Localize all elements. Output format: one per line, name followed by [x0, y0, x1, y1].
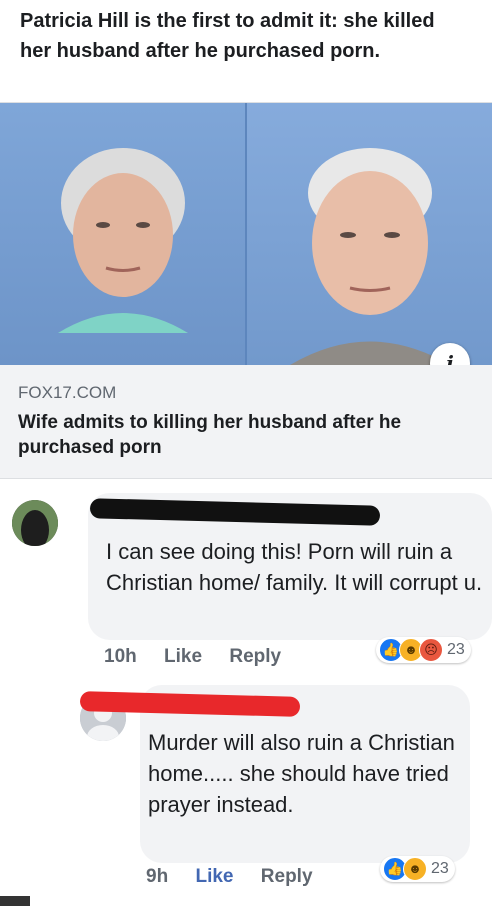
like-button-active[interactable]: Like: [195, 866, 233, 887]
post-text: Patricia Hill is the first to admit it: …: [20, 10, 435, 62]
reply-actions: 9h Like Reply: [146, 866, 335, 888]
link-preview-card[interactable]: i FOX17.COM Wife admits to killing her h…: [0, 102, 492, 479]
reply-timestamp: 9h: [146, 866, 169, 887]
link-domain: FOX17.COM: [18, 383, 117, 402]
link-title[interactable]: Wife admits to killing her husband after…: [18, 410, 468, 460]
reply-button[interactable]: Reply: [261, 866, 313, 887]
article-photo[interactable]: i: [0, 103, 492, 365]
man-portrait: [290, 148, 450, 365]
next-comment-avatar-edge: [0, 896, 30, 906]
haha-reaction-icon: ☻: [403, 857, 427, 881]
comment-actions: 10h Like Reply: [104, 646, 303, 668]
woman-portrait: [58, 148, 188, 333]
like-button[interactable]: Like: [164, 646, 202, 667]
reply-button[interactable]: Reply: [229, 646, 281, 667]
reaction-count: 23: [431, 860, 449, 877]
angry-reaction-icon: ☹: [419, 638, 443, 662]
reply-text: Murder will also ruin a Christian home..…: [148, 730, 455, 817]
reaction-count: 23: [447, 641, 465, 658]
reaction-summary[interactable]: 👍 ☻ ☹ 23: [376, 637, 471, 663]
reply-reaction-summary[interactable]: 👍 ☻ 23: [380, 856, 455, 882]
comment-timestamp: 10h: [104, 646, 137, 667]
comment-text: I can see doing this! Porn will ruin a C…: [106, 539, 483, 595]
commenter-avatar[interactable]: [12, 500, 58, 546]
